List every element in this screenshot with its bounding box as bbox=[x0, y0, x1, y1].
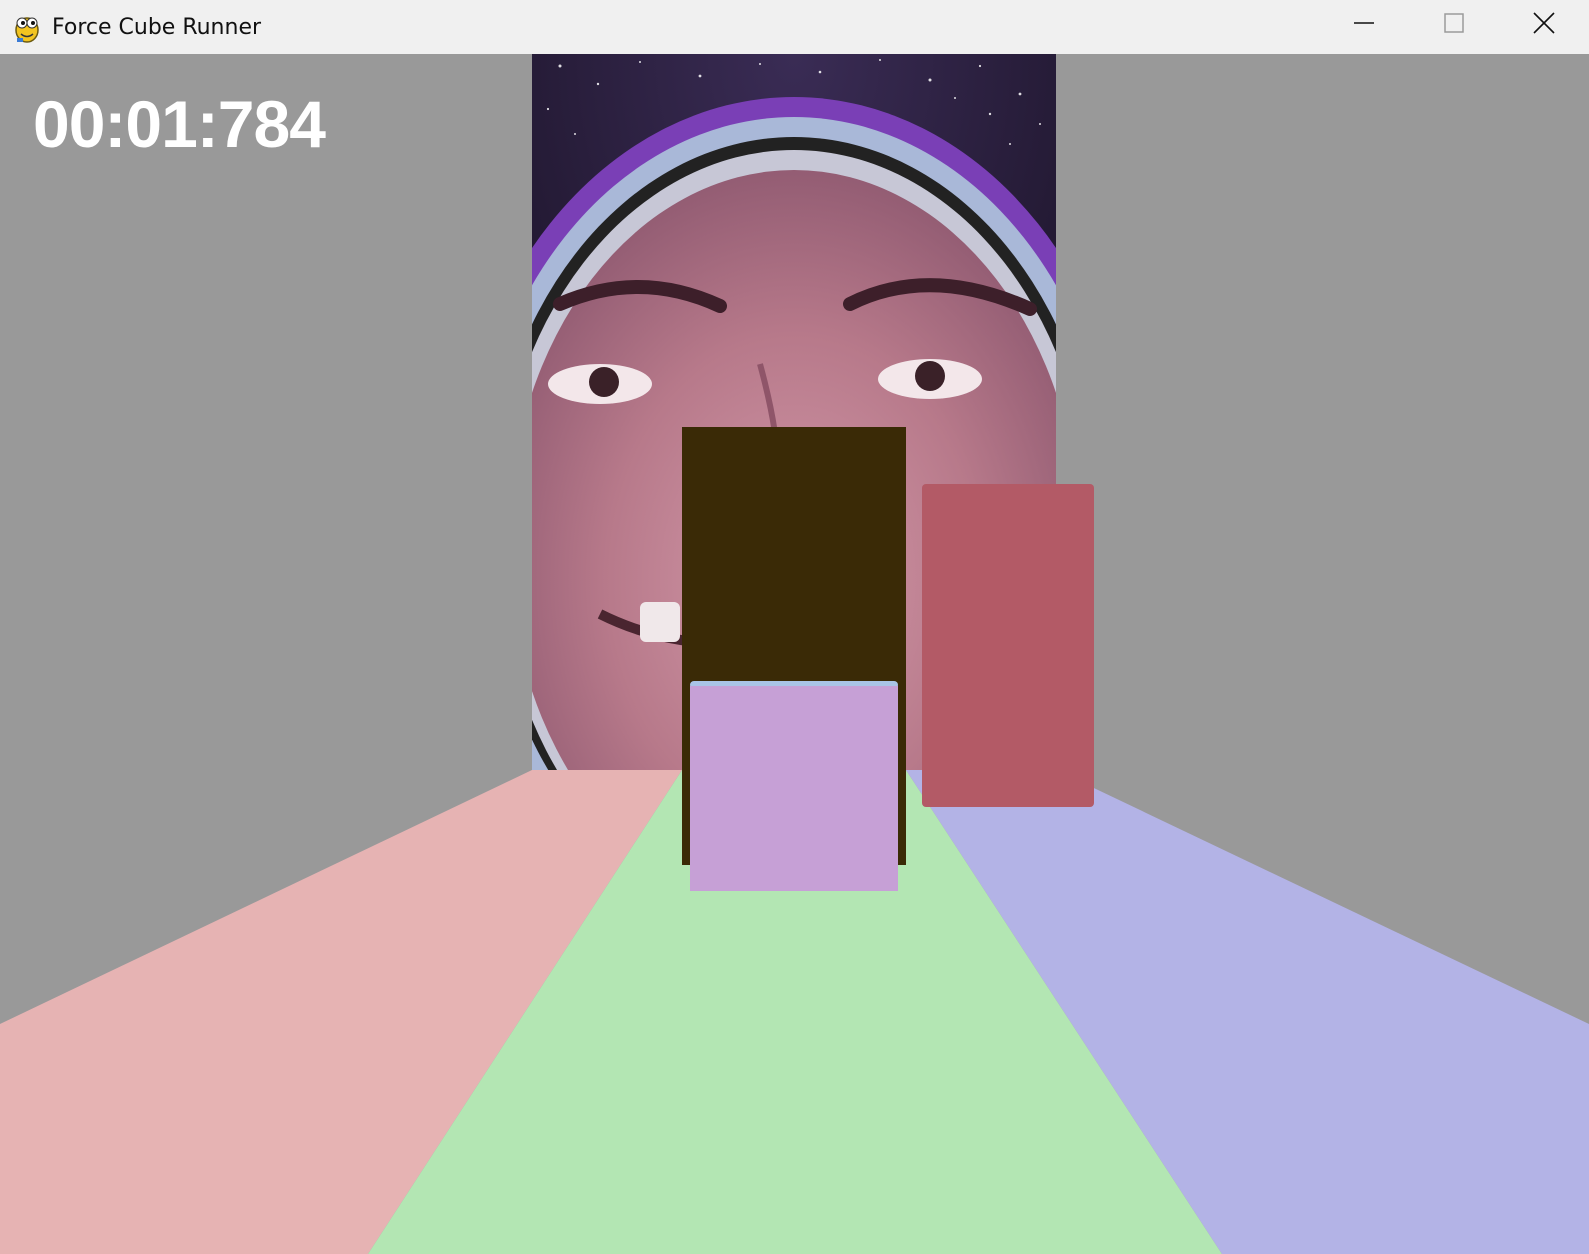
game-scene bbox=[0, 54, 1589, 1254]
maximize-button[interactable] bbox=[1409, 0, 1499, 46]
game-window: Force Cube Runner 00:01:784 bbox=[0, 0, 1589, 1254]
pygame-snake-icon bbox=[12, 10, 42, 44]
maximize-icon bbox=[1444, 13, 1464, 33]
minimize-button[interactable] bbox=[1319, 0, 1409, 46]
window-title: Force Cube Runner bbox=[52, 14, 262, 40]
player-cube bbox=[690, 686, 898, 891]
minimize-icon bbox=[1354, 22, 1374, 24]
title-bar: Force Cube Runner bbox=[0, 0, 1589, 54]
close-button[interactable] bbox=[1499, 0, 1589, 46]
elapsed-timer: 00:01:784 bbox=[33, 87, 326, 161]
close-icon bbox=[1533, 12, 1555, 34]
red-obstacle bbox=[922, 484, 1094, 807]
game-viewport[interactable]: 00:01:784 bbox=[0, 54, 1589, 1254]
window-controls bbox=[1319, 0, 1589, 54]
